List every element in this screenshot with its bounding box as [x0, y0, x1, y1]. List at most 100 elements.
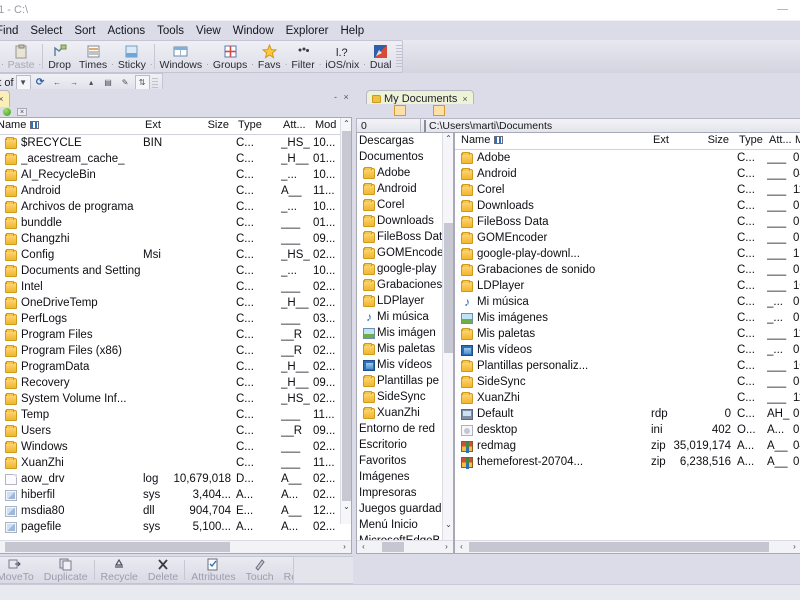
copy-path-icon[interactable]: ▤: [101, 75, 116, 90]
scroll-down-arrow-icon[interactable]: ⌄: [341, 501, 352, 513]
column-header-type[interactable]: Type: [737, 134, 765, 146]
column-header-name[interactable]: Name: [459, 134, 505, 146]
tree-scroll-left-arrow-icon[interactable]: ‹: [357, 541, 370, 553]
menu-item-view[interactable]: View: [190, 24, 227, 38]
right-hscroll-thumb[interactable]: [469, 542, 769, 552]
up-icon[interactable]: ▴: [84, 75, 99, 90]
forward-small-icon[interactable]: [381, 105, 393, 116]
bottom-button-recycle[interactable]: Recycle: [96, 557, 143, 583]
bottom-button-delete[interactable]: Delete: [143, 557, 183, 583]
table-row[interactable]: DownloadsC...___02...: [455, 198, 800, 214]
column-header-mod[interactable]: Mod: [313, 119, 338, 131]
toolbar-button-windows[interactable]: Windows: [156, 41, 207, 72]
up-small-icon[interactable]: [420, 105, 432, 116]
scroll-up-arrow-icon[interactable]: ⌃: [341, 118, 352, 130]
home-icon[interactable]: [355, 105, 367, 116]
tree-node[interactable]: Mis imágen: [357, 325, 453, 341]
menu-item-help[interactable]: Help: [334, 24, 370, 38]
table-row[interactable]: ChangzhiC...___09...: [0, 231, 351, 247]
toolbar-button-groups[interactable]: Groups: [209, 41, 251, 72]
toolbar-grip[interactable]: [396, 45, 402, 68]
scroll-right-arrow-icon[interactable]: ›: [338, 541, 351, 553]
column-header-att[interactable]: Att...: [281, 119, 308, 131]
table-row[interactable]: google-play-downl...C...___12...: [455, 246, 800, 262]
bottom-button-moveto[interactable]: MoveTo: [0, 557, 39, 583]
minimize-button[interactable]: [777, 9, 788, 10]
tree-node[interactable]: LDPlayer: [357, 293, 453, 309]
toolbar-button-dual[interactable]: Dual: [366, 41, 396, 72]
table-row[interactable]: aow_drvlog10,679,018D...A__02...: [0, 471, 351, 487]
toolbar-dropdown-dot[interactable]: ·: [150, 60, 153, 69]
close-small-button[interactable]: ×: [17, 108, 27, 116]
table-row[interactable]: SideSyncC...___08...: [455, 374, 800, 390]
tree-scroll-thumb[interactable]: [444, 223, 453, 353]
tree-node[interactable]: ♪Mi música: [357, 309, 453, 325]
table-row[interactable]: $RECYCLEBINC..._HS_10...: [0, 135, 351, 151]
tree-node[interactable]: Mis vídeos: [357, 357, 453, 373]
right-column-headers[interactable]: NameExtSizeTypeAtt...Modifie: [455, 133, 800, 150]
scroll-right-arrow-icon[interactable]: ›: [788, 541, 800, 553]
table-row[interactable]: desktopini402O...A...02...: [455, 422, 800, 438]
menu-item-find[interactable]: Find: [0, 24, 24, 38]
edit-path-icon[interactable]: ✎: [118, 75, 133, 90]
column-header-ext[interactable]: Ext: [651, 134, 671, 146]
table-row[interactable]: XuanZhiC...___11...: [0, 455, 351, 471]
toolbar-button-times[interactable]: Times: [75, 41, 111, 72]
tree-vertical-scrollbar[interactable]: ⌃ ⌄: [442, 133, 453, 541]
tree-node[interactable]: Imágenes: [357, 469, 453, 485]
left-scroll-thumb[interactable]: [342, 131, 351, 501]
table-row[interactable]: hiberfilsys3,404...A...A...02...: [0, 487, 351, 503]
menu-item-window[interactable]: Window: [227, 24, 280, 38]
back-icon[interactable]: ←: [50, 75, 65, 90]
table-row[interactable]: LDPlayerC...___10...: [455, 278, 800, 294]
table-row[interactable]: Documents and SettingsC..._...10...: [0, 263, 351, 279]
forward-icon[interactable]: →: [67, 75, 82, 90]
table-row[interactable]: AndroidC...A__11...: [0, 183, 351, 199]
table-row[interactable]: Plantillas personaliz...C...___10...: [455, 358, 800, 374]
table-row[interactable]: msdia80dll904,704E...A__12...: [0, 503, 351, 519]
menu-item-select[interactable]: Select: [24, 24, 68, 38]
bottom-button-duplicate[interactable]: Duplicate: [39, 557, 93, 583]
column-header-mod[interactable]: Modifie: [793, 134, 800, 146]
tree-horizontal-scrollbar[interactable]: ‹ ›: [357, 540, 453, 553]
table-row[interactable]: _acestream_cache_C..._H__01...: [0, 151, 351, 167]
column-header-size[interactable]: Size: [171, 119, 231, 131]
table-row[interactable]: GOMEncoderC...___07...: [455, 230, 800, 246]
tree-node[interactable]: google-play: [357, 261, 453, 277]
tree-scroll-down-arrow-icon[interactable]: ⌄: [443, 519, 454, 531]
table-row[interactable]: Grabaciones de sonidoC...___01...: [455, 262, 800, 278]
tree-node[interactable]: Entorno de red: [357, 421, 453, 437]
tree-node[interactable]: Descargas: [357, 133, 453, 149]
updown-spinner[interactable]: ⇅: [135, 75, 150, 90]
chevron-down-icon[interactable]: ▼: [16, 75, 31, 90]
table-row[interactable]: Program FilesC...__R02...: [0, 327, 351, 343]
refresh-icon[interactable]: ⟳: [33, 75, 48, 90]
column-header-name[interactable]: Name: [0, 119, 41, 131]
table-row[interactable]: AdobeC...___06...: [455, 150, 800, 166]
tree-node[interactable]: Grabaciones: [357, 277, 453, 293]
tabbar-close-controls[interactable]: - ×: [334, 92, 351, 102]
toolbar-button-ios-nix[interactable]: l.?iOS/nix: [321, 41, 363, 72]
tree-node[interactable]: Menú Inicio: [357, 517, 453, 533]
history-small-icon[interactable]: [407, 105, 419, 116]
tab-top[interactable]: top ×: [0, 90, 10, 107]
table-row[interactable]: OneDriveTempC..._H__02...: [0, 295, 351, 311]
tree-node[interactable]: Plantillas pe: [357, 373, 453, 389]
table-row[interactable]: Defaultrdp0C...AH_09...: [455, 406, 800, 422]
toolbar-button-sticky[interactable]: Sticky: [114, 41, 150, 72]
tree-node[interactable]: Escritorio: [357, 437, 453, 453]
folder-small-icon[interactable]: [433, 105, 445, 116]
menu-item-actions[interactable]: Actions: [101, 24, 151, 38]
table-row[interactable]: ProgramDataC..._H__02...: [0, 359, 351, 375]
table-row[interactable]: FileBoss DataC...___02...: [455, 214, 800, 230]
tree-scroll-right-arrow-icon[interactable]: ›: [440, 541, 453, 553]
list-small-icon[interactable]: [446, 105, 458, 116]
table-row[interactable]: TempC...___11...: [0, 407, 351, 423]
table-row[interactable]: Mis paletasC...___11...: [455, 326, 800, 342]
menu-item-sort[interactable]: Sort: [68, 24, 101, 38]
toolbar-dropdown-dot[interactable]: ·: [39, 60, 42, 69]
table-row[interactable]: bunddleC...___01...: [0, 215, 351, 231]
table-row[interactable]: CorelC...___11...: [455, 182, 800, 198]
column-header-att[interactable]: Att...: [767, 134, 794, 146]
tree-scroll-up-arrow-icon[interactable]: ⌃: [443, 133, 454, 145]
